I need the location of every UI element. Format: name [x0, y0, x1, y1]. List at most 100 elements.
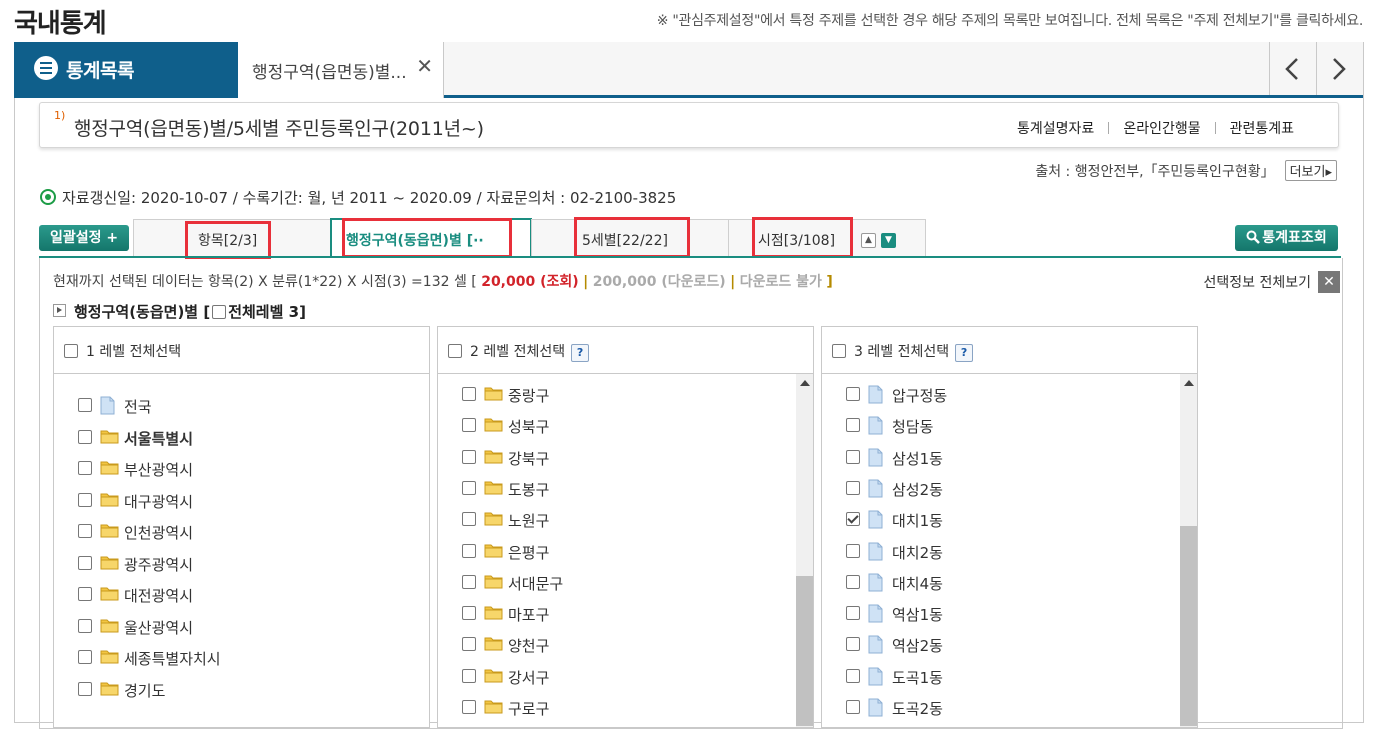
- expand-arrow-icon[interactable]: [53, 304, 66, 317]
- file-icon: [100, 396, 115, 419]
- item-checkbox[interactable]: [78, 681, 92, 696]
- item-checkbox[interactable]: [78, 555, 92, 570]
- item-checkbox[interactable]: [462, 512, 476, 527]
- page-title: 국내통계: [14, 9, 107, 39]
- item-checkbox[interactable]: [846, 574, 860, 589]
- tab-period[interactable]: 시점[3/108]: [728, 217, 926, 258]
- item-checkbox[interactable]: [462, 668, 476, 683]
- folder-icon: [484, 542, 503, 562]
- scroll-thumb[interactable]: [796, 575, 813, 726]
- file-icon: [868, 448, 883, 471]
- scroll-up-icon[interactable]: [1184, 380, 1194, 386]
- item-checkbox[interactable]: [78, 492, 92, 507]
- list-item-label: 노원구: [508, 512, 550, 531]
- folder-icon: [484, 667, 503, 687]
- level-3-panel: 3 레벨 전체선택? 압구정동 청담동 삼성1동 삼성2동 대치1동 대치2동 대치4동 역삼…: [821, 326, 1198, 728]
- item-checkbox[interactable]: [846, 606, 860, 621]
- close-icon[interactable]: ✕: [416, 54, 433, 78]
- item-checkbox[interactable]: [462, 480, 476, 495]
- tab-items[interactable]: 항목[2/3]: [133, 219, 331, 259]
- item-checkbox[interactable]: [78, 524, 92, 538]
- tab-region[interactable]: 행정구역(동읍면)별 [··: [330, 218, 532, 258]
- item-checkbox[interactable]: [462, 574, 476, 589]
- list-item-label: 구로구: [508, 700, 550, 718]
- list-item-label: 울산광역시: [124, 618, 194, 637]
- select-all-level-1-checkbox[interactable]: [64, 344, 78, 358]
- scroll-up-icon[interactable]: [800, 380, 810, 386]
- next-tab-button[interactable]: [1316, 42, 1363, 95]
- link-stat-description[interactable]: 통계설명자료: [1017, 118, 1094, 138]
- tab-region-label: 행정구역(동읍면)별 [··: [346, 233, 484, 249]
- update-info: 자료갱신일: 2020-10-07 / 수록기간: 월, 년 2011 ~ 20…: [40, 187, 676, 208]
- level-3-scrollbar[interactable]: [1180, 374, 1197, 727]
- close-icon[interactable]: ✕: [1318, 271, 1340, 293]
- all-levels-checkbox[interactable]: [212, 305, 227, 319]
- help-icon[interactable]: ?: [955, 344, 974, 362]
- item-checkbox[interactable]: [78, 650, 92, 664]
- level-header: 2 레벨 전체선택?: [438, 327, 813, 374]
- folder-icon: [484, 479, 503, 499]
- item-checkbox[interactable]: [846, 668, 860, 683]
- bulk-settings-button[interactable]: 일괄설정 +: [39, 225, 129, 251]
- list-item-label: 대치4동: [892, 574, 943, 593]
- item-checkbox[interactable]: [462, 543, 476, 558]
- list-icon: [34, 56, 58, 80]
- tab-age-group[interactable]: 5세별[22/22]: [531, 217, 729, 258]
- item-checkbox[interactable]: [462, 700, 476, 714]
- item-checkbox[interactable]: [78, 429, 92, 444]
- item-checkbox[interactable]: [78, 587, 92, 601]
- select-all-level-3-checkbox[interactable]: [832, 344, 846, 358]
- link-related-tables[interactable]: 관련통계표: [1230, 118, 1294, 138]
- list-item-label: 대치1동: [892, 512, 943, 531]
- file-icon: [868, 635, 883, 658]
- file-icon: [868, 510, 883, 533]
- move-up-icon[interactable]: ▲: [861, 233, 876, 248]
- item-checkbox[interactable]: [78, 398, 92, 412]
- folder-icon: [100, 617, 119, 637]
- view-all-selection-link[interactable]: 선택정보 전체보기: [1204, 272, 1312, 292]
- item-checkbox[interactable]: [78, 461, 92, 475]
- query-table-label: 통계표조회: [1262, 230, 1327, 246]
- level-2-scrollbar[interactable]: [796, 374, 813, 727]
- list-item-label: 도곡1동: [892, 668, 943, 687]
- level-1-header-label: 1 레벨 전체선택: [86, 344, 182, 360]
- list-item-label: 경기도: [124, 681, 166, 700]
- folder-icon: [484, 385, 503, 405]
- folder-icon: [484, 635, 503, 655]
- prev-tab-button[interactable]: [1269, 42, 1316, 95]
- tab-period-label: 시점[3/108]: [758, 233, 836, 249]
- folder-icon: [100, 522, 119, 542]
- level-header: 1 레벨 전체선택: [54, 327, 429, 374]
- move-down-icon[interactable]: ▼: [881, 233, 896, 248]
- folder-icon: [484, 510, 503, 530]
- item-checkbox[interactable]: [846, 637, 860, 652]
- tab-open-table[interactable]: 행정구역(읍면동)별... ✕: [238, 42, 444, 98]
- item-checkbox[interactable]: [846, 418, 860, 433]
- select-all-level-2-checkbox[interactable]: [448, 344, 462, 358]
- item-checkbox[interactable]: [846, 700, 860, 714]
- item-checkbox[interactable]: [462, 637, 476, 652]
- item-checkbox[interactable]: [846, 480, 860, 495]
- item-checkbox[interactable]: [462, 449, 476, 464]
- level-2-header: 2 레벨 전체선택?: [470, 341, 590, 362]
- list-item-label: 양천구: [508, 637, 550, 656]
- folder-icon: [100, 648, 119, 668]
- list-item-label: 도봉구: [508, 480, 550, 499]
- item-checkbox[interactable]: [846, 543, 860, 558]
- item-checkbox[interactable]: [462, 387, 476, 401]
- view-limit: 20,000 (조회): [481, 274, 579, 290]
- help-icon[interactable]: ?: [571, 344, 590, 362]
- item-checkbox[interactable]: [846, 449, 860, 464]
- query-table-button[interactable]: 통계표조회: [1235, 225, 1338, 251]
- tab-stat-list[interactable]: 통계목록: [14, 42, 238, 95]
- item-checkbox[interactable]: [462, 606, 476, 621]
- more-button[interactable]: 더보기▸: [1284, 160, 1337, 181]
- classification-title-prefix: 행정구역(동읍면)별 [: [74, 303, 211, 321]
- folder-icon: [484, 448, 503, 468]
- item-checkbox[interactable]: [846, 512, 860, 527]
- item-checkbox[interactable]: [78, 618, 92, 633]
- item-checkbox[interactable]: [462, 418, 476, 433]
- scroll-thumb[interactable]: [1180, 525, 1197, 726]
- item-checkbox[interactable]: [846, 387, 860, 401]
- link-online-publication[interactable]: 온라인간행물: [1123, 118, 1200, 138]
